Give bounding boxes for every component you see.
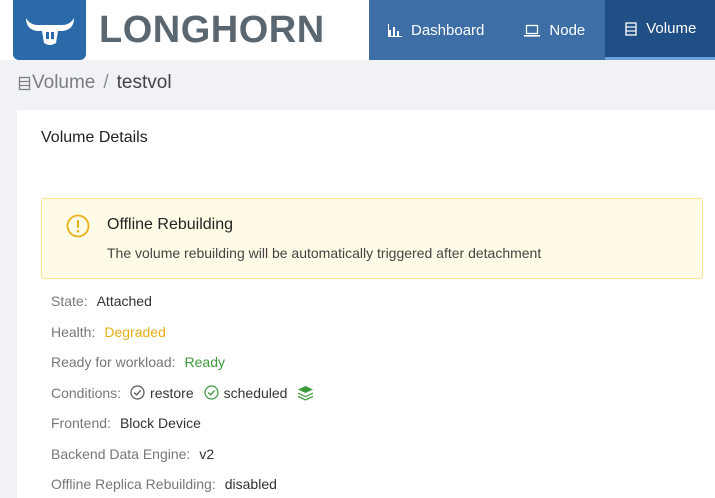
detail-row-conditions: Conditions: restore scheduled: [51, 378, 314, 409]
exclamation-circle-icon: [66, 214, 90, 243]
laptop-icon: [524, 24, 541, 37]
logo-text: LONGHORN: [99, 9, 325, 51]
detail-row-frontend: Frontend: Block Device: [51, 408, 314, 439]
breadcrumb-separator: /: [103, 72, 109, 93]
nav-item-label: Volume: [646, 20, 697, 37]
nav-item-label: Dashboard: [411, 21, 485, 39]
offline-rebuilding-alert: Offline Rebuilding The volume rebuilding…: [41, 198, 703, 279]
layers-icon[interactable]: [297, 385, 314, 401]
detail-label: Ready for workload:: [51, 354, 176, 371]
volume-details-card: Volume Details Offline Rebuilding The vo…: [17, 110, 715, 498]
check-circle-icon: [204, 385, 219, 400]
detail-label: Offline Replica Rebuilding:: [51, 476, 216, 493]
condition-label: restore: [150, 384, 194, 401]
detail-value: Block Device: [119, 415, 201, 432]
database-icon: [625, 21, 637, 36]
detail-label: Backend Data Engine:: [51, 445, 191, 462]
alert-description: The volume rebuilding will be automatica…: [107, 245, 542, 261]
condition-restore[interactable]: restore: [130, 385, 194, 401]
nav-item-node[interactable]: Node: [504, 0, 605, 60]
bar-chart-icon: [388, 23, 402, 37]
detail-label: State:: [51, 293, 88, 310]
database-icon: [18, 76, 31, 91]
nav-item-label: Node: [549, 21, 586, 39]
detail-row-offline-rebuilding: Offline Replica Rebuilding: disabled: [51, 469, 314, 498]
detail-value: Attached: [96, 293, 152, 310]
breadcrumb-current: testvol: [116, 72, 172, 93]
detail-row-backend: Backend Data Engine: v2: [51, 439, 314, 470]
top-header: LONGHORN Dashboard Node Volume: [0, 0, 715, 60]
health-status: Degraded: [104, 323, 166, 340]
detail-label: Frontend:: [51, 415, 111, 432]
detail-value: disabled: [224, 476, 277, 493]
detail-row-health: Health: Degraded: [51, 317, 314, 348]
condition-label: scheduled: [223, 384, 288, 401]
card-title: Volume Details: [41, 129, 148, 146]
check-circle-icon: [130, 385, 145, 400]
nav-item-dashboard[interactable]: Dashboard: [369, 0, 504, 60]
detail-row-ready: Ready for workload: Ready: [51, 347, 314, 378]
breadcrumb-parent-link[interactable]: Volume: [32, 72, 95, 94]
main-nav: Dashboard Node Volume: [369, 0, 715, 60]
detail-label: Conditions:: [51, 384, 122, 401]
nav-item-volume[interactable]: Volume: [605, 0, 715, 60]
alert-title: Offline Rebuilding: [107, 216, 234, 233]
volume-details-list: State: Attached Health: Degraded Ready f…: [51, 286, 314, 498]
ready-status: Ready: [184, 354, 225, 371]
breadcrumb: Volume / testvol: [18, 72, 172, 94]
detail-label: Health:: [51, 323, 96, 340]
detail-row-state: State: Attached: [51, 286, 314, 317]
longhorn-logo-icon[interactable]: [13, 0, 86, 60]
detail-value: v2: [199, 445, 215, 462]
condition-scheduled[interactable]: scheduled: [204, 384, 288, 401]
